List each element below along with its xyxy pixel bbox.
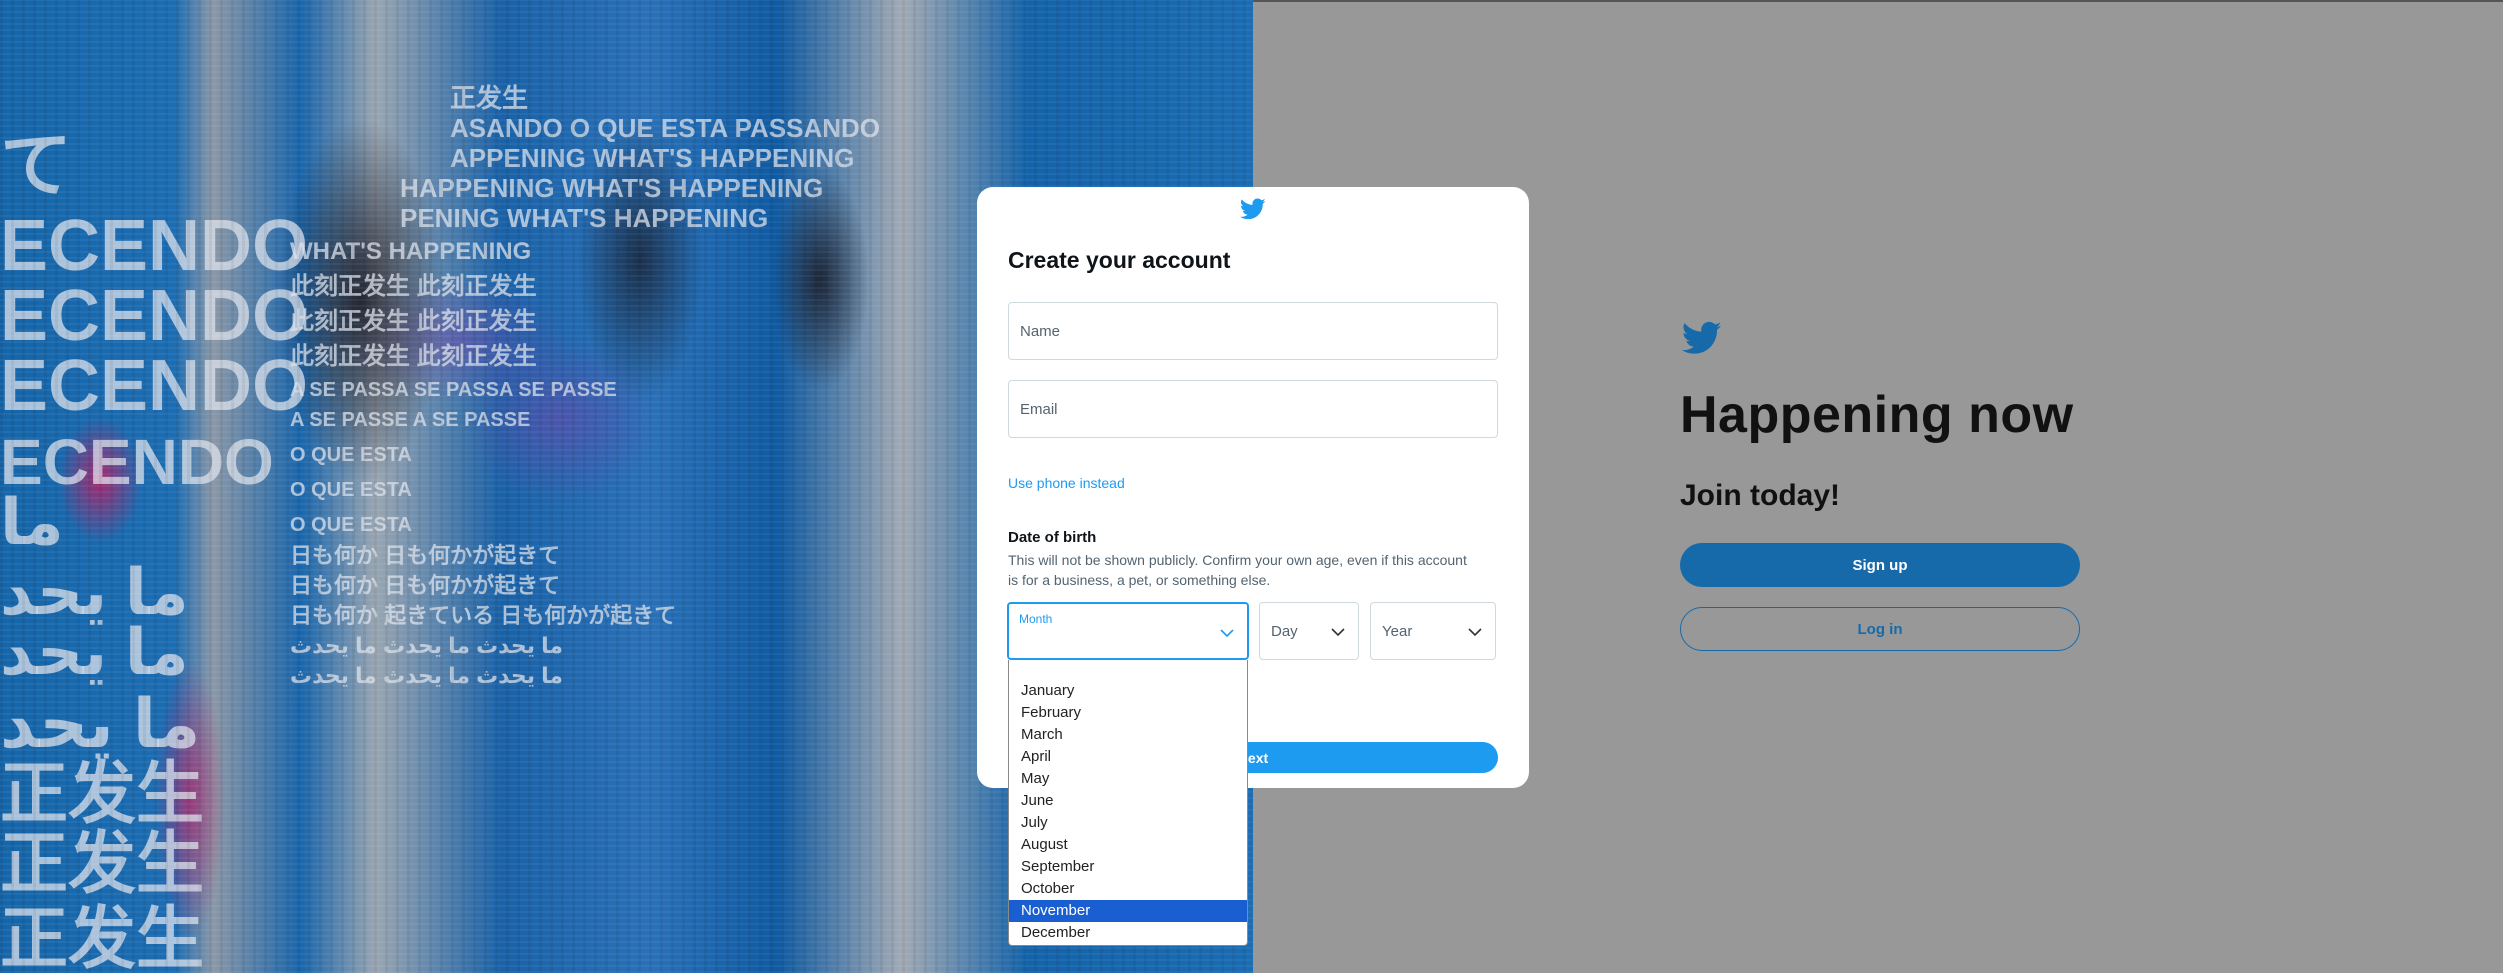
art-text: 日も何か 起きている 日も何かが起きて [290,603,677,628]
day-select[interactable]: Day [1259,602,1359,660]
dob-note: This will not be shown publicly. Confirm… [1008,552,1467,588]
landing-panel: Happening now Join today! Sign up Log in [1680,318,2100,651]
art-text: 此刻正发生 此刻正发生 [290,273,537,300]
art-text: O QUE ESTA [290,479,412,501]
art-text: 正发生 [450,83,529,113]
chevron-down-icon [1468,628,1482,637]
art-text: 正发生 [0,756,205,832]
year-label: Year [1382,623,1413,640]
email-field[interactable]: Email [1008,380,1498,438]
month-option[interactable]: April [1009,746,1247,768]
art-text: 正发生 [0,826,205,902]
chevron-down-icon [1220,629,1234,638]
month-option[interactable]: December [1009,922,1247,944]
month-label: Month [1019,612,1053,626]
art-text: HAPPENING WHAT'S HAPPENING [400,173,824,203]
month-option[interactable]: October [1009,878,1247,900]
art-text: O QUE ESTA [290,514,412,536]
month-option[interactable]: January [1009,680,1247,702]
month-select[interactable]: Month [1007,602,1249,660]
art-text: ما يحد [0,686,201,762]
art-text: APPENING WHAT'S HAPPENING [450,143,855,173]
art-text: ECENDO [0,426,274,498]
use-phone-link[interactable]: Use phone instead [1008,475,1125,491]
art-text: PENING WHAT'S HAPPENING [400,203,769,233]
month-option[interactable]: November [1009,900,1247,922]
art-text: ما يحدث ما يحدث ما يحدث [290,663,564,688]
chevron-down-icon [1331,628,1345,637]
art-text: ECENDO [0,346,309,426]
art-text: A SE PASSA SE PASSA SE PASSE [290,379,617,401]
art-text: 此刻正发生 此刻正发生 [290,343,537,370]
art-text: 日も何か 日も何かが起きて [290,573,561,598]
art-text: WHAT'S HAPPENING [290,238,532,265]
art-text: A SE PASSE A SE PASSE [290,409,531,431]
art-text: ASANDO O QUE ESTA PASSANDO [450,113,881,143]
name-placeholder: Name [1020,323,1061,340]
modal-title: Create your account [1008,247,1231,273]
art-text: ما يحدث ما يحدث ما يحدث [290,633,564,658]
twitter-bird-icon [1239,198,1266,220]
art-text: て [0,126,73,206]
email-placeholder: Email [1020,401,1058,418]
art-text: ما يحد [0,616,189,688]
year-select[interactable]: Year [1370,602,1496,660]
month-option[interactable]: May [1009,768,1247,790]
month-option[interactable]: August [1009,834,1247,856]
art-text: ECENDO [0,206,309,286]
name-field[interactable]: Name [1008,302,1498,360]
art-text: O QUE ESTA [290,444,412,466]
day-label: Day [1271,623,1298,640]
art-text: 此刻正发生 此刻正发生 [290,308,537,335]
login-button[interactable]: Log in [1680,607,2080,651]
signup-button[interactable]: Sign up [1680,543,2080,587]
month-option[interactable]: September [1009,856,1247,878]
month-dropdown-list[interactable]: January February March April May June Ju… [1008,660,1248,946]
art-text: ما [0,486,64,558]
join-heading: Join today! [1680,479,1841,512]
art-text: 正发生 [0,901,205,973]
month-option[interactable]: February [1009,702,1247,724]
month-option[interactable]: March [1009,724,1247,746]
month-option[interactable]: June [1009,790,1247,812]
dob-title: Date of birth [1008,529,1097,546]
art-text: ECENDO [0,276,309,356]
page-headline: Happening now [1680,386,2074,444]
twitter-bird-icon [1681,321,1722,354]
art-text: 日も何か 日も何かが起きて [290,543,561,568]
month-option[interactable]: July [1009,812,1247,834]
art-text: ما يحد [0,556,189,628]
top-border [1253,0,2503,2]
